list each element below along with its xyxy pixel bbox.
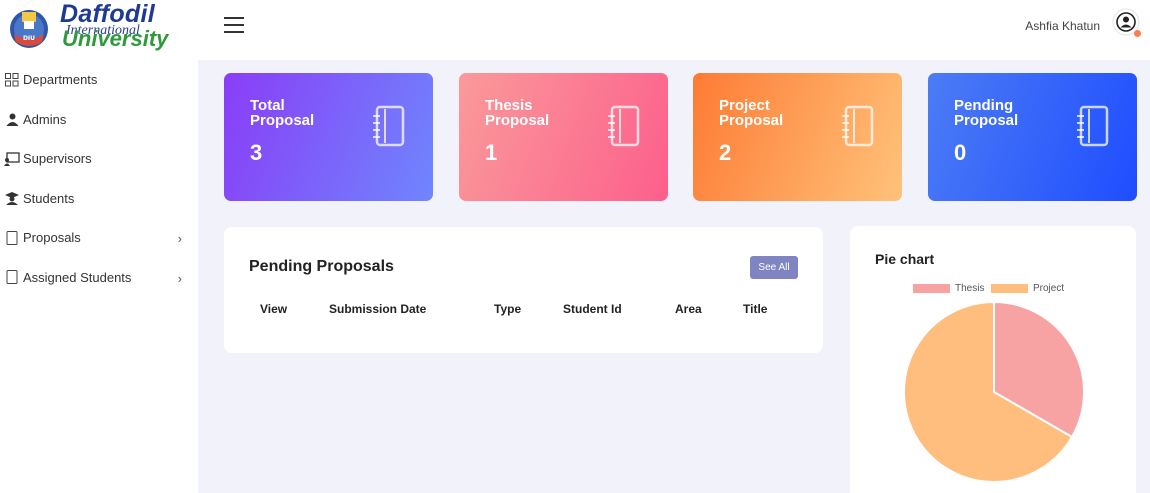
sidebar-item-label: Supervisors <box>23 151 92 167</box>
user-name[interactable]: Ashfia Khatun <box>1025 19 1100 33</box>
notebook-icon <box>842 105 874 147</box>
chart-legend: Thesis Project <box>850 283 1136 297</box>
chevron-right-icon: › <box>177 270 182 286</box>
legend-swatch <box>991 284 1028 293</box>
brand-university: University <box>62 26 169 51</box>
presentation-icon <box>4 151 20 167</box>
graduation-cap-icon <box>4 190 20 206</box>
sidebar-item-label: Admins <box>23 111 67 127</box>
user-icon <box>4 111 20 127</box>
column-header-area[interactable]: Area <box>675 302 702 316</box>
column-header-view[interactable]: View <box>260 302 287 316</box>
pie-chart-panel: Pie chart Thesis Project <box>850 226 1136 493</box>
pending-proposal-card[interactable]: Pending Proposal 0 <box>928 73 1137 201</box>
user-avatar[interactable] <box>1112 8 1141 37</box>
legend-item-thesis[interactable]: Thesis <box>913 283 984 294</box>
chevron-right-icon: › <box>177 231 182 246</box>
column-header-submission-date[interactable]: Submission Date <box>329 302 426 316</box>
column-header-student-id[interactable]: Student Id <box>563 302 622 316</box>
sidebar-item-students[interactable]: Students <box>0 179 198 219</box>
sidebar-item-label: Students <box>23 190 75 206</box>
notebook-icon <box>4 269 20 285</box>
pending-proposals-panel: Pending Proposals See All View Submissio… <box>224 227 823 353</box>
sidebar: DIU Daffodil International University De… <box>0 0 198 493</box>
top-navbar: Ashfia Khatun <box>198 0 1150 60</box>
seal-icon: DIU <box>10 10 48 48</box>
grid-icon <box>4 72 20 88</box>
legend-label: Thesis <box>955 283 985 294</box>
see-all-button[interactable]: See All <box>750 256 798 279</box>
column-header-title[interactable]: Title <box>743 302 767 316</box>
sidebar-item-proposals[interactable]: Proposals › <box>0 218 198 258</box>
notebook-icon <box>1077 105 1109 147</box>
sidebar-item-label: Proposals <box>23 230 81 246</box>
panel-title: Pending Proposals <box>249 258 394 275</box>
svg-text:DIU: DIU <box>23 35 35 42</box>
sidebar-item-label: Assigned Students <box>23 269 132 285</box>
notebook-icon <box>608 105 640 147</box>
notebook-icon <box>373 105 405 147</box>
thesis-proposal-card[interactable]: Thesis Proposal 1 <box>459 73 668 201</box>
sidebar-item-admins[interactable]: Admins <box>0 100 198 140</box>
sidebar-item-assigned-students[interactable]: Assigned Students › <box>0 258 198 298</box>
legend-item-project[interactable]: Project <box>991 283 1064 294</box>
legend-swatch <box>913 284 950 293</box>
status-dot <box>1134 30 1141 37</box>
total-proposal-card[interactable]: Total Proposal 3 <box>224 73 433 201</box>
menu-toggle-icon[interactable] <box>224 17 244 33</box>
notebook-icon <box>4 230 20 246</box>
legend-label: Project <box>1033 283 1065 294</box>
sidebar-item-departments[interactable]: Departments <box>0 60 198 100</box>
pie-chart <box>903 303 1085 483</box>
sidebar-item-supervisors[interactable]: Supervisors <box>0 139 198 179</box>
sidebar-item-label: Departments <box>23 72 98 88</box>
sidebar-menu: Departments Admins Supervisors Students … <box>0 60 198 297</box>
university-logo[interactable]: DIU Daffodil International University <box>4 0 194 54</box>
chart-title: Pie chart <box>875 251 935 267</box>
column-header-type[interactable]: Type <box>494 302 521 316</box>
project-proposal-card[interactable]: Project Proposal 2 <box>693 73 902 201</box>
